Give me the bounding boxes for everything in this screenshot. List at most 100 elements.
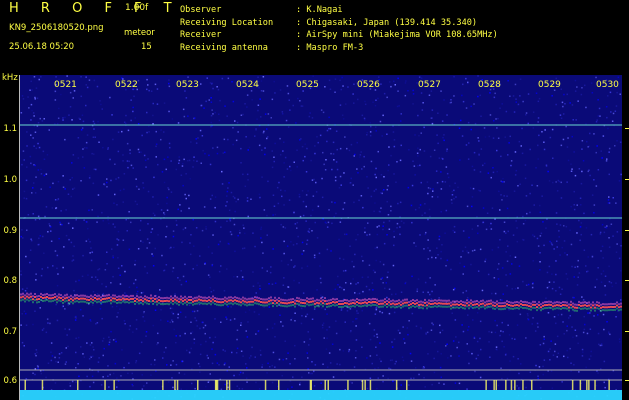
noise-speck: [184, 316, 187, 318]
noise-speck: [246, 200, 249, 202]
noise-speck: [179, 335, 181, 337]
noise-speck: [609, 225, 611, 227]
noise-speck: [477, 225, 479, 227]
noise-speck: [417, 114, 419, 117]
noise-speck: [69, 382, 71, 384]
noise-speck: [362, 260, 364, 262]
noise-speck: [80, 95, 82, 98]
noise-speck: [301, 145, 304, 148]
noise-speck: [479, 94, 481, 97]
noise-speck: [559, 114, 562, 116]
noise-speck: [54, 382, 57, 384]
noise-speck: [370, 125, 372, 128]
noise-speck: [375, 99, 377, 101]
noise-speck: [216, 303, 218, 306]
noise-speck: [542, 373, 544, 376]
noise-speck: [456, 306, 458, 309]
noise-speck: [597, 372, 599, 374]
noise-speck: [510, 301, 512, 304]
noise-speck: [267, 362, 269, 365]
noise-speck: [429, 293, 431, 296]
noise-speck: [321, 326, 324, 329]
noise-speck: [592, 301, 594, 304]
noise-speck: [450, 307, 452, 310]
noise-speck: [321, 196, 324, 199]
noise-speck: [92, 346, 94, 348]
noise-speck: [326, 337, 328, 339]
noise-speck: [437, 142, 439, 145]
noise-speck: [136, 298, 138, 301]
noise-speck: [549, 240, 551, 243]
noise-speck: [24, 380, 26, 390]
noise-speck: [295, 122, 297, 124]
noise-speck: [274, 213, 277, 216]
noise-speck: [227, 187, 229, 189]
noise-speck: [488, 299, 490, 302]
noise-speck: [558, 180, 561, 183]
noise-speck: [320, 109, 323, 111]
noise-speck: [168, 300, 170, 303]
noise-speck: [72, 188, 74, 190]
noise-speck: [614, 308, 616, 311]
noise-speck: [45, 331, 48, 334]
noise-speck: [308, 372, 310, 374]
noise-speck: [472, 303, 474, 306]
noise-speck: [45, 206, 48, 208]
noise-speck: [555, 77, 557, 80]
noise-speck: [240, 298, 242, 301]
noise-speck: [590, 306, 592, 309]
noise-speck: [564, 252, 566, 254]
noise-speck: [212, 234, 214, 236]
noise-speck: [101, 211, 103, 214]
noise-speck: [580, 204, 582, 206]
noise-speck: [387, 185, 389, 187]
noise-speck: [386, 96, 388, 99]
noise-speck: [354, 253, 356, 256]
noise-speck: [352, 298, 354, 301]
noise-speck: [354, 305, 356, 308]
noise-speck: [140, 240, 142, 242]
noise-speck: [90, 300, 92, 303]
noise-speck: [64, 294, 66, 297]
noise-speck: [459, 159, 461, 161]
noise-speck: [570, 300, 572, 303]
noise-speck: [83, 167, 86, 169]
noise-speck: [433, 149, 436, 151]
noise-speck: [26, 287, 28, 290]
noise-speck: [172, 300, 174, 303]
noise-speck: [400, 291, 403, 293]
noise-speck: [250, 300, 252, 303]
noise-speck: [310, 297, 312, 300]
noise-speck: [618, 306, 620, 309]
noise-speck: [534, 303, 536, 306]
noise-speck: [117, 176, 120, 179]
noise-speck: [22, 237, 24, 239]
noise-speck: [432, 323, 434, 326]
noise-speck: [258, 144, 261, 147]
noise-speck: [146, 272, 149, 274]
noise-speck: [534, 306, 536, 309]
noise-speck: [574, 174, 577, 177]
noise-speck: [460, 119, 462, 122]
noise-speck: [142, 291, 145, 294]
noise-speck: [31, 109, 33, 112]
noise-speck: [163, 213, 166, 216]
noise-speck: [320, 294, 322, 297]
noise-speck: [376, 336, 379, 338]
noise-speck: [177, 313, 179, 316]
noise-speck: [160, 138, 162, 141]
noise-speck: [476, 300, 478, 302]
noise-speck: [107, 148, 109, 150]
noise-speck: [40, 188, 42, 190]
noise-speck: [299, 382, 301, 384]
noise-speck: [374, 247, 376, 249]
noise-speck: [599, 233, 602, 235]
right-tick: [625, 230, 629, 231]
noise-speck: [375, 167, 377, 170]
noise-speck: [524, 164, 527, 166]
noise-speck: [204, 324, 207, 327]
noise-speck: [440, 302, 442, 305]
noise-speck: [424, 203, 426, 205]
noise-speck: [543, 148, 546, 151]
noise-speck: [596, 301, 598, 304]
